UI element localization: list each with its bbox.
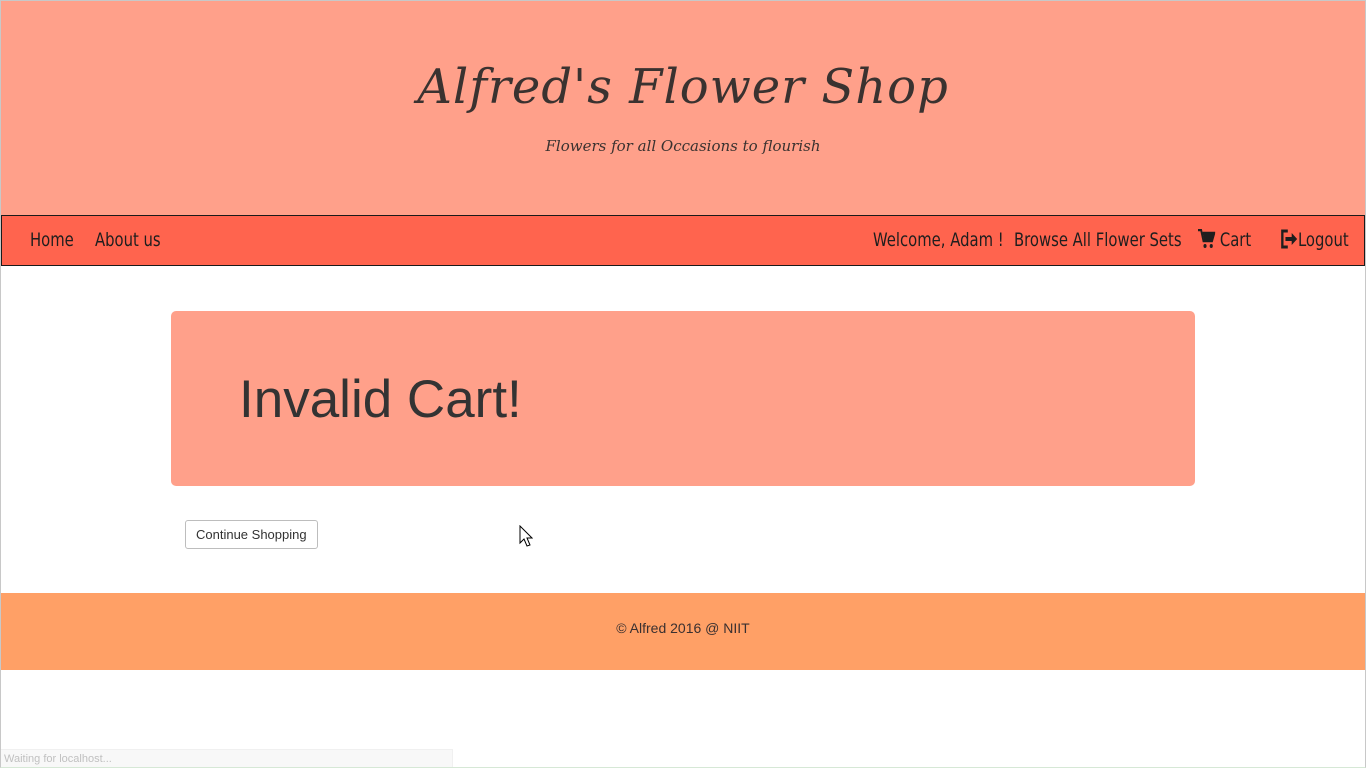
site-footer: © Alfred 2016 @ NIIT [1,593,1365,670]
logout-icon [1281,229,1298,249]
nav-welcome-user[interactable]: Welcome, Adam ! [873,216,1004,265]
nav-logout-label: Logout [1297,229,1349,251]
site-tagline: Flowers for all Occasions to flourish [545,137,821,155]
site-header: Alfred's Flower Shop Flowers for all Occ… [1,1,1365,215]
message-panel: Invalid Cart! [171,311,1195,486]
continue-shopping-button[interactable]: Continue Shopping [185,520,318,549]
page-heading: Invalid Cart! [239,370,522,429]
nav-browse-link[interactable]: Browse All Flower Sets [1014,216,1182,265]
page: Alfred's Flower Shop Flowers for all Occ… [0,0,1366,768]
mouse-cursor-icon [519,524,534,552]
nav-about-link[interactable]: About us [95,216,161,265]
shopping-cart-icon [1198,228,1216,248]
navbar: Home About us Welcome, Adam ! Browse All… [1,215,1365,266]
footer-copyright: © Alfred 2016 @ NIIT [616,620,750,636]
nav-home-link[interactable]: Home [30,216,74,265]
nav-cart-link[interactable]: Cart [1198,216,1251,265]
nav-cart-label: Cart [1219,229,1252,251]
browser-status-bar: Waiting for localhost... [1,749,453,767]
site-title: Alfred's Flower Shop [417,59,949,115]
nav-logout-link[interactable]: Logout [1280,216,1349,265]
